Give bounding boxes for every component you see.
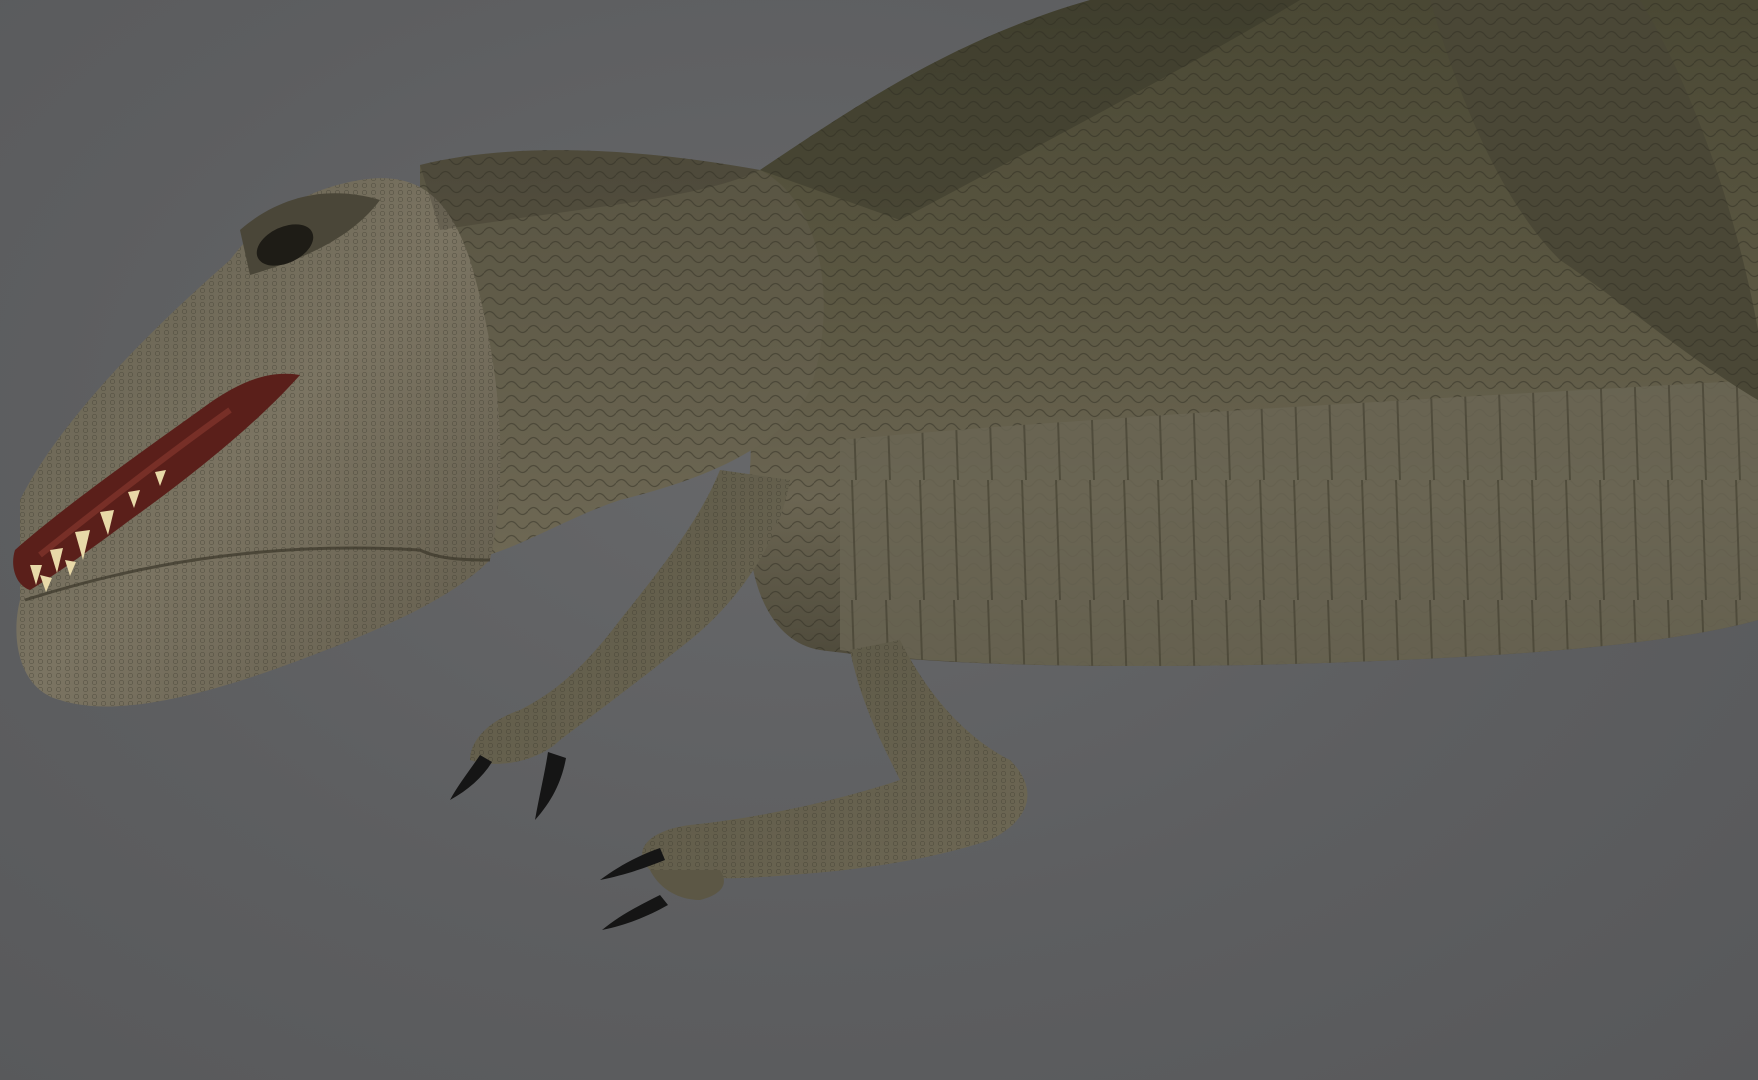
front-claw-1 xyxy=(450,755,492,800)
hind-claw-2 xyxy=(602,895,668,930)
3d-viewport[interactable] xyxy=(0,0,1758,1080)
dinosaur-render xyxy=(13,0,1758,930)
front-claw-2 xyxy=(535,752,566,820)
